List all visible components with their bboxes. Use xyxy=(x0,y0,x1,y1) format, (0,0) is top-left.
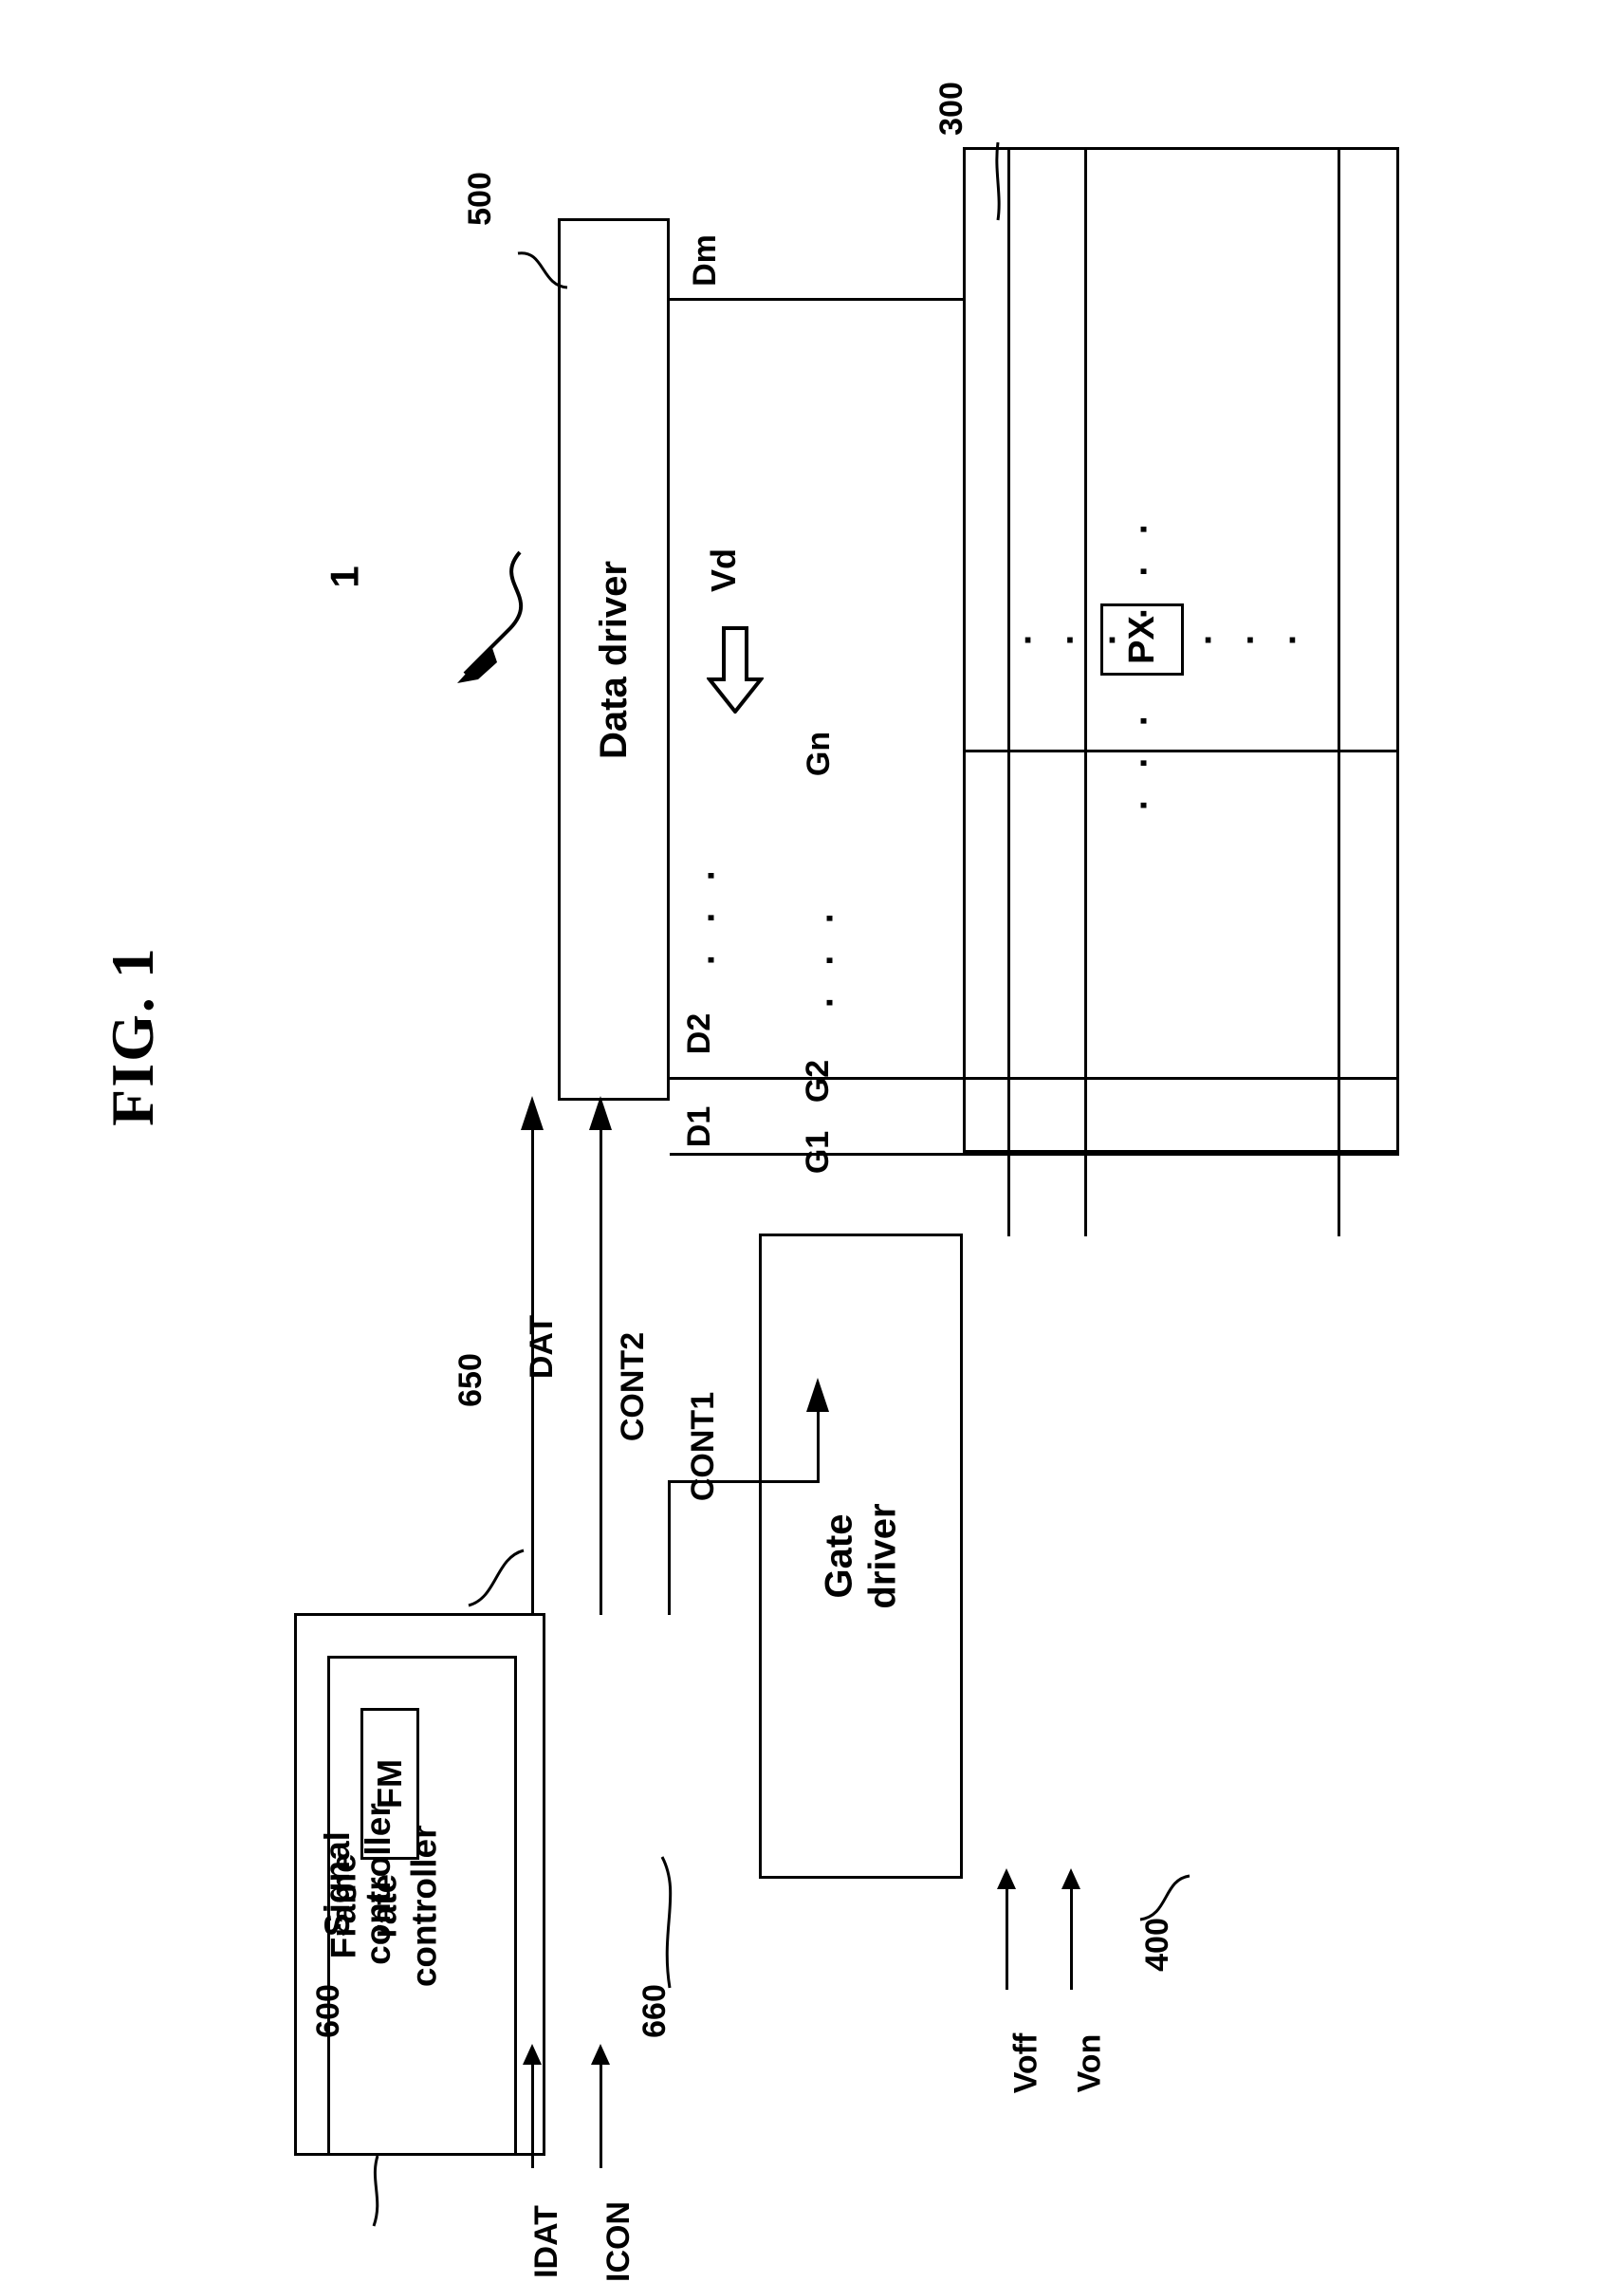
idat-arrow xyxy=(523,2044,542,2168)
voff-label: Voff xyxy=(1007,2032,1044,2094)
cont1-arrowhead xyxy=(806,1378,829,1412)
dat-arrowhead xyxy=(521,1096,544,1130)
von-label: Von xyxy=(1071,2033,1108,2093)
pixel-ellipsis-left: · · · xyxy=(1023,620,1130,661)
data-driver-stub-dm xyxy=(670,298,964,301)
data-driver-label-wrap: Data driver xyxy=(558,218,670,1101)
pixel-ellipsis-bottom: · · · xyxy=(1123,704,1165,811)
data-line-ellipsis: · · · xyxy=(691,859,732,966)
pixel-ellipsis-top: · · · xyxy=(1123,512,1165,620)
cont2-line xyxy=(600,1129,602,1615)
data-driver-ref-leader xyxy=(517,251,568,289)
gate-driver-stub-gn xyxy=(1338,750,1340,1236)
cont1-label: CONT1 xyxy=(685,1391,722,1502)
gate-driver-stub-g2 xyxy=(1084,1077,1087,1236)
gate-line-g2 xyxy=(963,1077,1399,1080)
icon-arrow xyxy=(591,2044,610,2168)
frame-memory-ref-number: 660 xyxy=(636,1984,673,2038)
gate-line-label-g2: G2 xyxy=(800,1059,837,1104)
signal-controller-ref-number: 600 xyxy=(309,1984,346,2038)
gate-driver-ref-number: 400 xyxy=(1138,1918,1175,1972)
data-line-label-d1: D1 xyxy=(681,1105,718,1148)
idat-label: IDAT xyxy=(527,2205,564,2278)
data-line-label-dm: Dm xyxy=(686,234,723,287)
gate-line-gn xyxy=(963,750,1399,752)
figure-title: FIG. 1 xyxy=(99,946,166,1126)
data-driver-ref-number: 500 xyxy=(461,172,498,226)
data-line-label-d2: D2 xyxy=(681,1012,718,1055)
panel-ref-leader xyxy=(995,142,1001,221)
vd-arrow-icon xyxy=(707,626,764,714)
frame-memory-label-wrap: FM xyxy=(360,1708,419,1860)
system-ref-number: 1 xyxy=(322,566,367,588)
frame-rate-controller-ref-leader xyxy=(468,1549,525,1607)
system-ref-arrow xyxy=(457,550,524,683)
cont1-line-riser xyxy=(817,1409,820,1483)
voff-arrow xyxy=(997,1868,1016,1990)
frame-rate-controller-ref-number: 650 xyxy=(452,1353,489,1407)
signal-controller-ref-leader xyxy=(372,2155,379,2227)
gate-line-label-gn: Gn xyxy=(801,731,838,777)
vd-label: Vd xyxy=(704,547,744,593)
cont1-line-vertical xyxy=(668,1480,671,1615)
cont2-arrowhead xyxy=(589,1096,612,1130)
data-line-d2 xyxy=(1084,147,1087,1215)
von-arrow xyxy=(1061,1868,1080,1990)
frame-memory-label: FM xyxy=(369,1759,409,1809)
gate-line-label-g1: G1 xyxy=(800,1130,837,1175)
cont2-label: CONT2 xyxy=(615,1331,652,1442)
gate-driver-label: Gate driver xyxy=(818,1503,904,1609)
gate-driver-stub-g1 xyxy=(1007,1153,1010,1236)
data-line-d1 xyxy=(1007,147,1010,1215)
pixel-ellipsis-right: · · · xyxy=(1203,620,1310,661)
data-driver-label: Data driver xyxy=(592,560,635,759)
gate-driver-label-wrap: Gate driver xyxy=(759,1234,963,1879)
gate-line-ellipsis: · · · xyxy=(809,901,851,1009)
gate-line-g1 xyxy=(963,1153,1399,1156)
panel-ref-number: 300 xyxy=(932,82,969,136)
icon-label: ICON xyxy=(600,2201,637,2282)
dat-label: DAT xyxy=(524,1314,561,1380)
